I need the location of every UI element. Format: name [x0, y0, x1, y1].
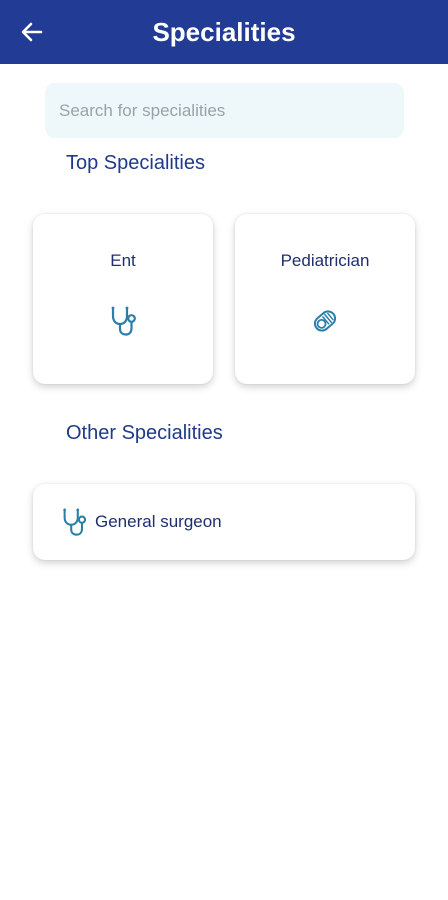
speciality-card-pediatrician[interactable]: Pediatrician [235, 214, 415, 384]
baby-icon [313, 310, 337, 332]
speciality-label: Pediatrician [280, 251, 370, 270]
speciality-item-general-surgeon[interactable]: General surgeon [33, 484, 415, 560]
page-title: Specialities [152, 16, 296, 47]
app-screen: Specialities Top Specialities Ent Pediat… [0, 0, 448, 900]
speciality-label: Ent [110, 251, 136, 270]
arrow-left-icon [21, 22, 43, 42]
stethoscope-icon [63, 508, 87, 536]
search-input[interactable] [57, 99, 392, 122]
back-button[interactable] [16, 16, 48, 48]
app-header: Specialities [0, 0, 448, 64]
other-specialities-heading: Other Specialities [66, 422, 223, 444]
speciality-card-ent[interactable]: Ent [33, 214, 213, 384]
top-specialities-heading: Top Specialities [66, 152, 205, 174]
stethoscope-icon [111, 306, 136, 336]
search-bar[interactable] [45, 83, 404, 138]
speciality-label: General surgeon [95, 512, 222, 531]
